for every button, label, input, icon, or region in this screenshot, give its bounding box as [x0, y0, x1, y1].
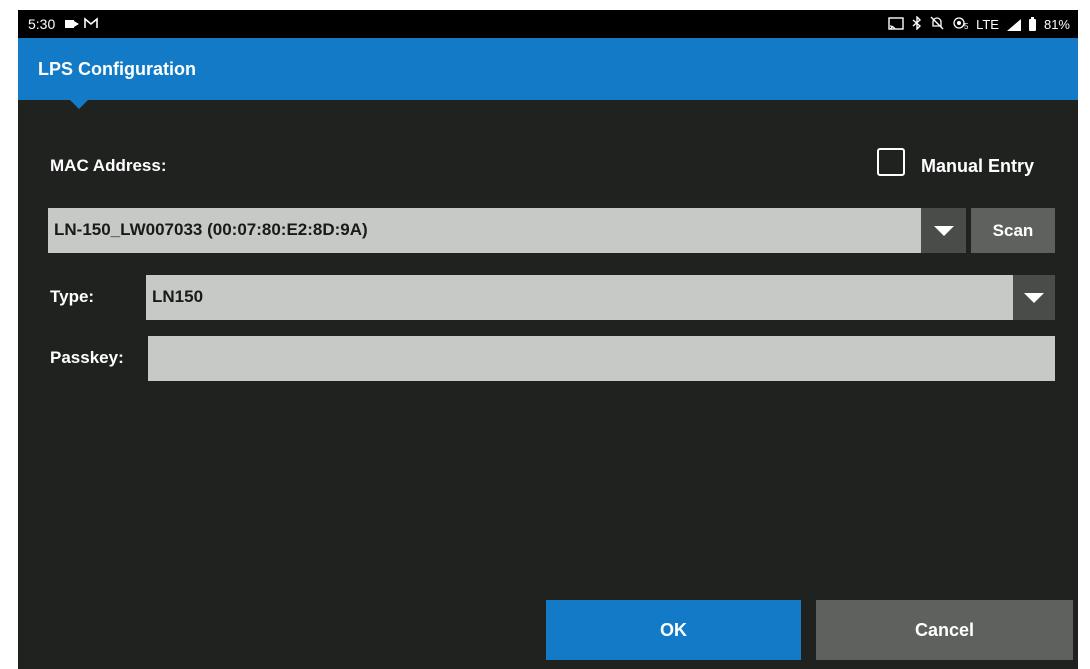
ok-button[interactable]: OK	[546, 600, 801, 660]
dropdown-arrow-icon	[933, 225, 954, 236]
status-right: 5 LTE 81%	[888, 15, 1070, 33]
type-select[interactable]: LN150	[146, 275, 1013, 320]
gmail-icon	[84, 16, 99, 32]
passkey-label: Passkey:	[50, 348, 124, 367]
type-value: LN150	[152, 287, 204, 306]
status-left: 5:30	[28, 16, 99, 32]
scan-button[interactable]: Scan	[971, 208, 1055, 253]
screen: 5:30 5 LTE 81% LPS Configuration MAC Add…	[18, 10, 1078, 669]
mac-dropdown-button[interactable]	[921, 208, 966, 253]
battery-icon	[1028, 16, 1036, 31]
type-dropdown-button[interactable]	[1013, 275, 1055, 320]
mac-address-label: MAC Address:	[50, 156, 167, 175]
mac-address-select[interactable]: LN-150_LW007033 (00:07:80:E2:8D:9A)	[48, 208, 921, 253]
mute-icon	[930, 16, 944, 33]
dropdown-arrow-icon	[1024, 292, 1044, 303]
cast-icon	[888, 16, 904, 33]
status-time: 5:30	[28, 16, 56, 32]
app-bar-notch	[70, 100, 88, 109]
svg-text:5: 5	[964, 22, 968, 30]
mac-address-value: LN-150_LW007033 (00:07:80:E2:8D:9A)	[54, 220, 368, 239]
passkey-input[interactable]	[148, 336, 1055, 381]
app-bar: LPS Configuration	[18, 38, 1078, 100]
type-label: Type:	[50, 287, 95, 306]
status-bar: 5:30 5 LTE 81%	[18, 10, 1078, 38]
hotspot-icon: 5	[952, 16, 969, 33]
cancel-button[interactable]: Cancel	[816, 600, 1073, 660]
lte-label: LTE	[976, 17, 999, 32]
battery-percent: 81%	[1043, 17, 1070, 32]
video-camera-icon	[65, 20, 80, 28]
manual-entry-checkbox[interactable]	[877, 148, 905, 176]
signal-icon	[1006, 18, 1021, 31]
manual-entry-label[interactable]: Manual Entry	[921, 156, 1034, 177]
page-title: LPS Configuration	[38, 59, 196, 79]
bluetooth-icon	[912, 15, 922, 33]
